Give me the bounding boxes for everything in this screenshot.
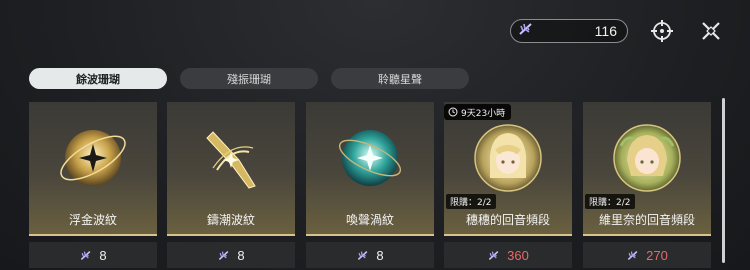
feather-currency-icon [358,250,368,260]
feather-currency-icon [81,250,91,260]
shop-item-card[interactable]: 鑄潮波紋 8 [167,102,295,270]
shop-item-card[interactable]: 喚聲渦紋 8 [306,102,434,270]
price-tag: 8 [29,242,157,268]
item-name: 維里奈的回音頻段 [598,213,695,227]
tab-residual-coral[interactable]: 殘振珊瑚 [180,68,318,89]
item-name: 喚聲渦紋 [345,213,394,227]
character-portrait-icon [583,110,711,206]
teal-orb-icon [306,110,434,206]
scrollbar[interactable] [722,98,725,263]
card-panel: 鑄潮波紋 [167,102,295,236]
item-name: 鑄潮波紋 [206,213,255,227]
card-panel: 限購：2/2 維里奈的回音頻段 [583,102,711,236]
price-value: 360 [507,247,529,263]
feather-currency-icon [627,250,638,260]
shop-item-card[interactable]: 限購：2/2 維里奈的回音頻段 270 [583,102,711,270]
currency-display[interactable]: 116 [510,19,628,43]
crosshair-icon[interactable] [648,17,676,45]
purchase-limit: 限購：2/2 [446,194,496,209]
purchase-limit: 限購：2/2 [585,194,635,209]
feather-currency-icon [517,21,535,41]
price-value: 8 [237,247,245,263]
price-tag: 8 [167,242,295,268]
tab-aftershock-coral[interactable]: 餘波珊瑚 [29,68,167,89]
price-value: 8 [99,247,107,263]
feather-currency-icon [219,250,229,260]
card-panel: 浮金波紋 [29,102,157,236]
price-tag: 270 [583,242,711,268]
golden-orb-icon [29,110,157,206]
item-name: 浮金波紋 [68,213,117,227]
price-value: 270 [646,247,668,263]
price-tag: 8 [306,242,434,268]
tab-label: 餘波珊瑚 [76,72,120,86]
item-name: 穗穗的回音頻段 [465,213,550,227]
tab-label: 殘振珊瑚 [227,72,271,86]
tab-listen-starsound[interactable]: 聆聽星聲 [331,68,469,89]
shop-item-card[interactable]: 浮金波紋 8 [29,102,157,270]
character-portrait-icon [444,110,572,206]
currency-value: 116 [594,23,617,39]
shop-item-card[interactable]: 9天23小時 限購：2/2 穗穗的回音頻段 360 [444,102,572,270]
price-tag: 360 [444,242,572,268]
golden-blade-icon [167,110,295,206]
price-value: 8 [376,247,384,263]
feather-currency-icon [488,250,499,260]
card-panel: 喚聲渦紋 [306,102,434,236]
tab-label: 聆聽星聲 [378,72,422,86]
card-panel: 9天23小時 限購：2/2 穗穗的回音頻段 [444,102,572,236]
close-icon[interactable] [697,17,725,45]
